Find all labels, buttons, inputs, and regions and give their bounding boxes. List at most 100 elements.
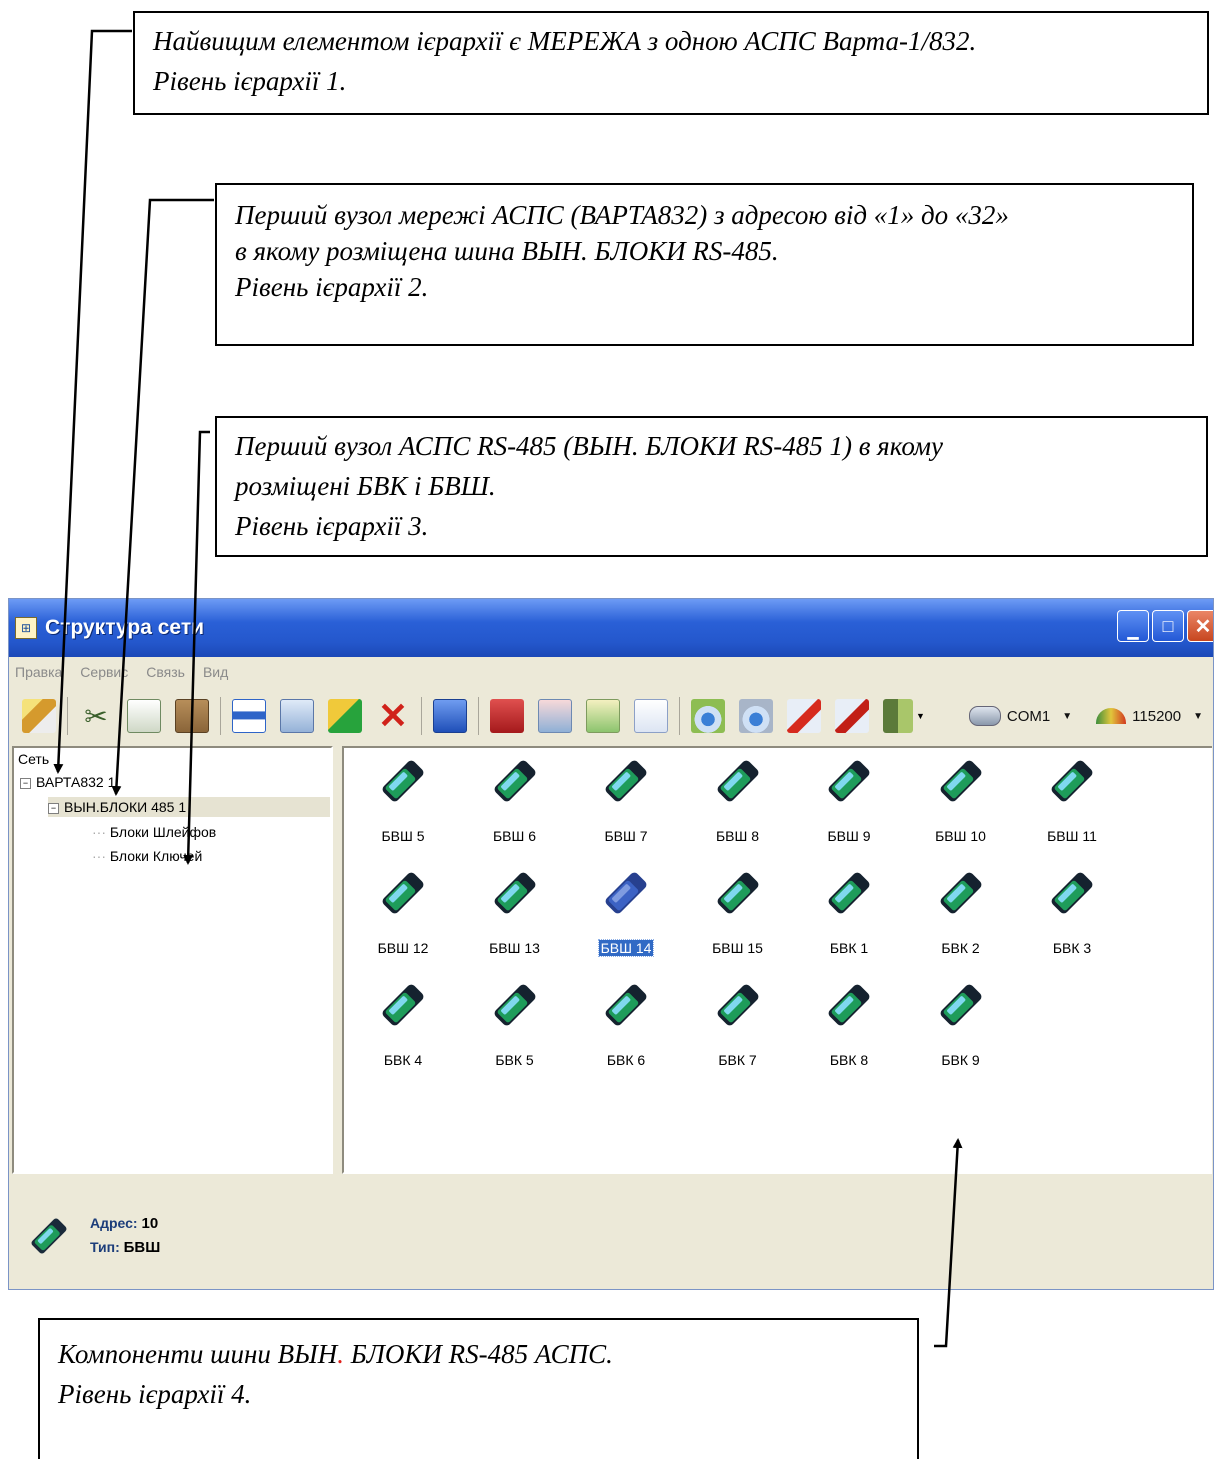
port-dropdown-icon: ▼	[1062, 710, 1073, 722]
callout-level-2-line-1: Перший вузол мережі АСПС (ВАРТА832) з ад…	[235, 200, 1009, 230]
network-tree: Сеть − ВАРТА832 1 − ВЫН.БЛОКИ 485 1 ··· Бл…	[12, 746, 333, 1174]
cut-icon[interactable]: ✂	[79, 699, 113, 733]
delete-icon[interactable]: ✕	[376, 695, 410, 736]
device-item[interactable]: БВШ 15	[688, 866, 788, 958]
device-item[interactable]: БВШ 11	[1022, 754, 1122, 846]
device-item[interactable]: БВШ 13	[465, 866, 565, 958]
device-icon	[605, 872, 647, 914]
tree-leaf-loop-blocks[interactable]: ··· Блоки Шлейфов	[92, 824, 216, 840]
write-icon-2[interactable]	[835, 699, 869, 733]
title-bar[interactable]: ⊞ Структура сети ▁ □ ✕	[9, 599, 1213, 657]
menu-connection[interactable]: Связь	[146, 664, 185, 680]
minimize-button[interactable]: ▁	[1117, 610, 1149, 642]
collapse-icon[interactable]: −	[20, 777, 31, 789]
paste-icon[interactable]	[175, 699, 209, 733]
device-label: БВК 6	[606, 1052, 646, 1068]
device-icon	[494, 760, 535, 802]
callout-level-4: Компоненти шини ВЫН. БЛОКИ RS-485 АСПС. …	[38, 1318, 919, 1459]
device-icon	[382, 984, 424, 1026]
device-label: БВШ 10	[935, 828, 986, 844]
device-item[interactable]: БВШ 5	[353, 754, 453, 846]
callout-level-4-text-b: БЛОКИ RS-485 АСПС.	[343, 1339, 613, 1369]
menu-service[interactable]: Сервис	[80, 664, 128, 680]
device-item[interactable]: БВШ 7	[576, 754, 676, 846]
rename-icon[interactable]	[232, 699, 266, 733]
view-dropdown-arrow[interactable]: ▼	[916, 711, 925, 721]
select-icon[interactable]	[433, 699, 467, 733]
port-selector[interactable]: COM1 ▼	[968, 706, 1073, 726]
tree-leaf-key-blocks[interactable]: ··· Блоки Ключей	[92, 848, 202, 864]
toolbar-separator	[478, 697, 479, 735]
tree-node-varta[interactable]: − ВАРТА832 1	[20, 774, 115, 790]
callout-level-2: Перший вузол мережі АСПС (ВАРТА832) з ад…	[215, 183, 1194, 346]
toolbar: ✂ ✕ ▼ COM1 ▼ 115200 ▼	[9, 687, 1213, 745]
device-label: БВК 9	[941, 1052, 980, 1068]
device-label: БВШ 12	[377, 940, 429, 956]
port-icon	[968, 706, 1001, 726]
port-value: COM1	[1006, 707, 1051, 725]
tree-root[interactable]: Сеть	[18, 751, 49, 767]
grid-view-icon[interactable]	[883, 699, 913, 733]
device-item[interactable]: БВШ 6	[465, 754, 565, 846]
device-icon	[940, 760, 981, 802]
callout-level-4-line-2: Рівень ієрархії 4.	[58, 1379, 252, 1409]
device-icon	[828, 760, 870, 802]
device-icon	[1051, 760, 1093, 802]
tree-node-ext-blocks[interactable]: − ВЫН.БЛОКИ 485 1	[48, 797, 330, 817]
device-item[interactable]: БВК 2	[911, 866, 1011, 958]
device-item[interactable]: БВК 5	[465, 978, 565, 1070]
callout-level-3-line-2: розміщені БВК і БВШ.	[235, 471, 496, 501]
device-label: БВШ 9	[827, 828, 871, 844]
view-icon-2[interactable]	[739, 699, 773, 733]
device-item[interactable]: БВШ 9	[799, 754, 899, 846]
device-item[interactable]: БВШ 12	[353, 866, 453, 958]
device-icon	[717, 984, 758, 1026]
device-item[interactable]: БВК 1	[799, 866, 899, 958]
device-item[interactable]: БВК 6	[576, 978, 676, 1070]
close-icon: ✕	[1194, 615, 1212, 638]
write-icon-1[interactable]	[787, 699, 821, 733]
device-label: БВШ 7	[604, 828, 648, 844]
network-structure-window: ⊞ Структура сети ▁ □ ✕ Правка Сервис Свя…	[8, 598, 1214, 1290]
device-item[interactable]: БВК 4	[353, 978, 453, 1070]
device-grid: БВШ 5 БВШ 6 БВШ 7 БВШ 8 БВШ 9 БВШ 10 БВШ 11 БВШ…	[342, 746, 1212, 1174]
device-item[interactable]: БВШ 14	[576, 866, 676, 958]
close-button[interactable]: ✕	[1187, 610, 1213, 642]
status-type-value: БВШ	[123, 1239, 161, 1256]
device-item[interactable]: БВК 8	[799, 978, 899, 1070]
device-icon	[382, 760, 424, 802]
device-icon	[494, 984, 535, 1026]
device-label: БВШ 15	[712, 940, 763, 956]
copy-icon[interactable]	[127, 699, 161, 733]
menu-bar: Правка Сервис Связь Вид	[9, 657, 1213, 687]
device-item[interactable]: БВК 7	[688, 978, 788, 1070]
status-address-label: Адрес:	[90, 1215, 138, 1231]
pane-splitter[interactable]	[333, 746, 342, 1174]
app-icon: ⊞	[15, 617, 37, 639]
read-config-icon[interactable]	[538, 699, 572, 733]
device-item[interactable]: БВК 9	[911, 978, 1011, 1070]
maximize-button[interactable]: □	[1152, 610, 1184, 642]
device-item[interactable]: БВШ 10	[911, 754, 1011, 846]
add-device-icon[interactable]	[490, 699, 524, 733]
document-icon[interactable]	[634, 699, 668, 733]
image-icon[interactable]	[280, 699, 314, 733]
device-item[interactable]: БВК 3	[1022, 866, 1122, 958]
menu-view[interactable]: Вид	[203, 664, 228, 680]
menu-edit[interactable]: Правка	[15, 664, 62, 680]
toolbar-separator	[67, 697, 68, 735]
device-label: БВШ 14	[597, 939, 655, 957]
device-label: БВК 4	[383, 1052, 423, 1068]
tree-view-icon[interactable]	[586, 699, 620, 733]
group-icon[interactable]	[328, 699, 362, 733]
callout-level-1: Найвищим елементом ієрархії є МЕРЕЖА з о…	[133, 11, 1209, 115]
collapse-icon[interactable]: −	[48, 802, 59, 814]
device-item[interactable]: БВШ 8	[688, 754, 788, 846]
edit-pencil-icon[interactable]	[22, 699, 56, 733]
baud-selector[interactable]: 115200 ▼	[1096, 708, 1203, 725]
device-icon	[1051, 872, 1093, 914]
tree-node-varta-label: ВАРТА832 1	[36, 774, 116, 790]
device-label: БВК 8	[829, 1052, 869, 1068]
device-label: БВК 3	[1052, 940, 1092, 956]
view-icon-1[interactable]	[691, 699, 725, 733]
